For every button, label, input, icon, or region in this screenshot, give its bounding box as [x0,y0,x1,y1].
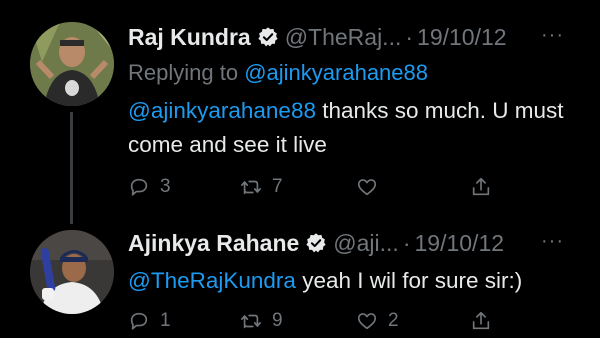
reply-button[interactable]: 1 [128,308,171,334]
more-icon[interactable]: ··· [541,24,564,47]
handle[interactable]: @aji... [333,230,399,257]
mention-link[interactable]: @ajinkyarahane88 [128,98,316,123]
like-button[interactable] [356,174,388,200]
tweet-actions: 1 9 2 [128,308,498,334]
retweet-button[interactable]: 9 [240,308,283,334]
more-icon[interactable]: ··· [541,230,564,253]
avatar[interactable] [30,230,114,314]
separator-dot: · [402,229,411,256]
reply-count: 1 [160,310,171,331]
tweet-body: yeah I wil for sure sir:) [295,268,523,293]
like-icon [357,179,377,196]
tweet-ajinkya-rahane[interactable]: Ajinkya Rahane @aji... · 19/10/12 ··· @T… [0,220,600,338]
reply-icon [130,312,148,330]
like-button[interactable]: 2 [356,308,399,334]
replying-to: Replying to @ajinkyarahane88 [128,60,428,86]
replying-label: Replying to [128,60,239,85]
tweet-text: @ajinkyarahane88 thanks so much. U must … [128,94,580,162]
like-icon [357,313,377,330]
retweet-count: 9 [272,310,283,331]
thread-line [70,112,73,224]
share-icon [472,311,490,330]
share-button[interactable] [470,308,492,334]
tweet-actions: 3 7 [128,174,498,200]
reply-count: 3 [160,176,171,197]
retweet-button[interactable]: 7 [240,174,283,200]
avatar-image [30,230,114,314]
replying-to-link[interactable]: @ajinkyarahane88 [244,60,428,85]
tweet-text: @TheRajKundra yeah I wil for sure sir:) [128,264,580,298]
reply-icon [130,178,148,196]
retweet-count: 7 [272,176,283,197]
retweet-icon [241,314,261,329]
timestamp[interactable]: 19/10/12 [415,230,505,257]
verified-badge-icon [258,27,278,47]
reply-button[interactable]: 3 [128,174,171,200]
avatar-image [30,22,114,106]
avatar[interactable] [30,22,114,106]
display-name[interactable]: Raj Kundra [128,24,251,51]
separator-dot: · [405,23,414,50]
like-count: 2 [388,310,399,331]
share-button[interactable] [470,174,492,200]
retweet-icon [241,180,261,195]
tweet-raj-kundra[interactable]: Raj Kundra @TheRaj... · 19/10/12 ··· Rep… [0,0,600,224]
tweet-header: Ajinkya Rahane @aji... · 19/10/12 ··· [128,226,588,260]
handle[interactable]: @TheRaj... [285,24,402,51]
tweet-header: Raj Kundra @TheRaj... · 19/10/12 ··· [128,20,588,54]
share-icon [472,177,490,196]
display-name[interactable]: Ajinkya Rahane [128,230,299,257]
mention-link[interactable]: @TheRajKundra [128,268,296,293]
verified-badge-icon [306,233,326,253]
timestamp[interactable]: 19/10/12 [417,24,507,51]
